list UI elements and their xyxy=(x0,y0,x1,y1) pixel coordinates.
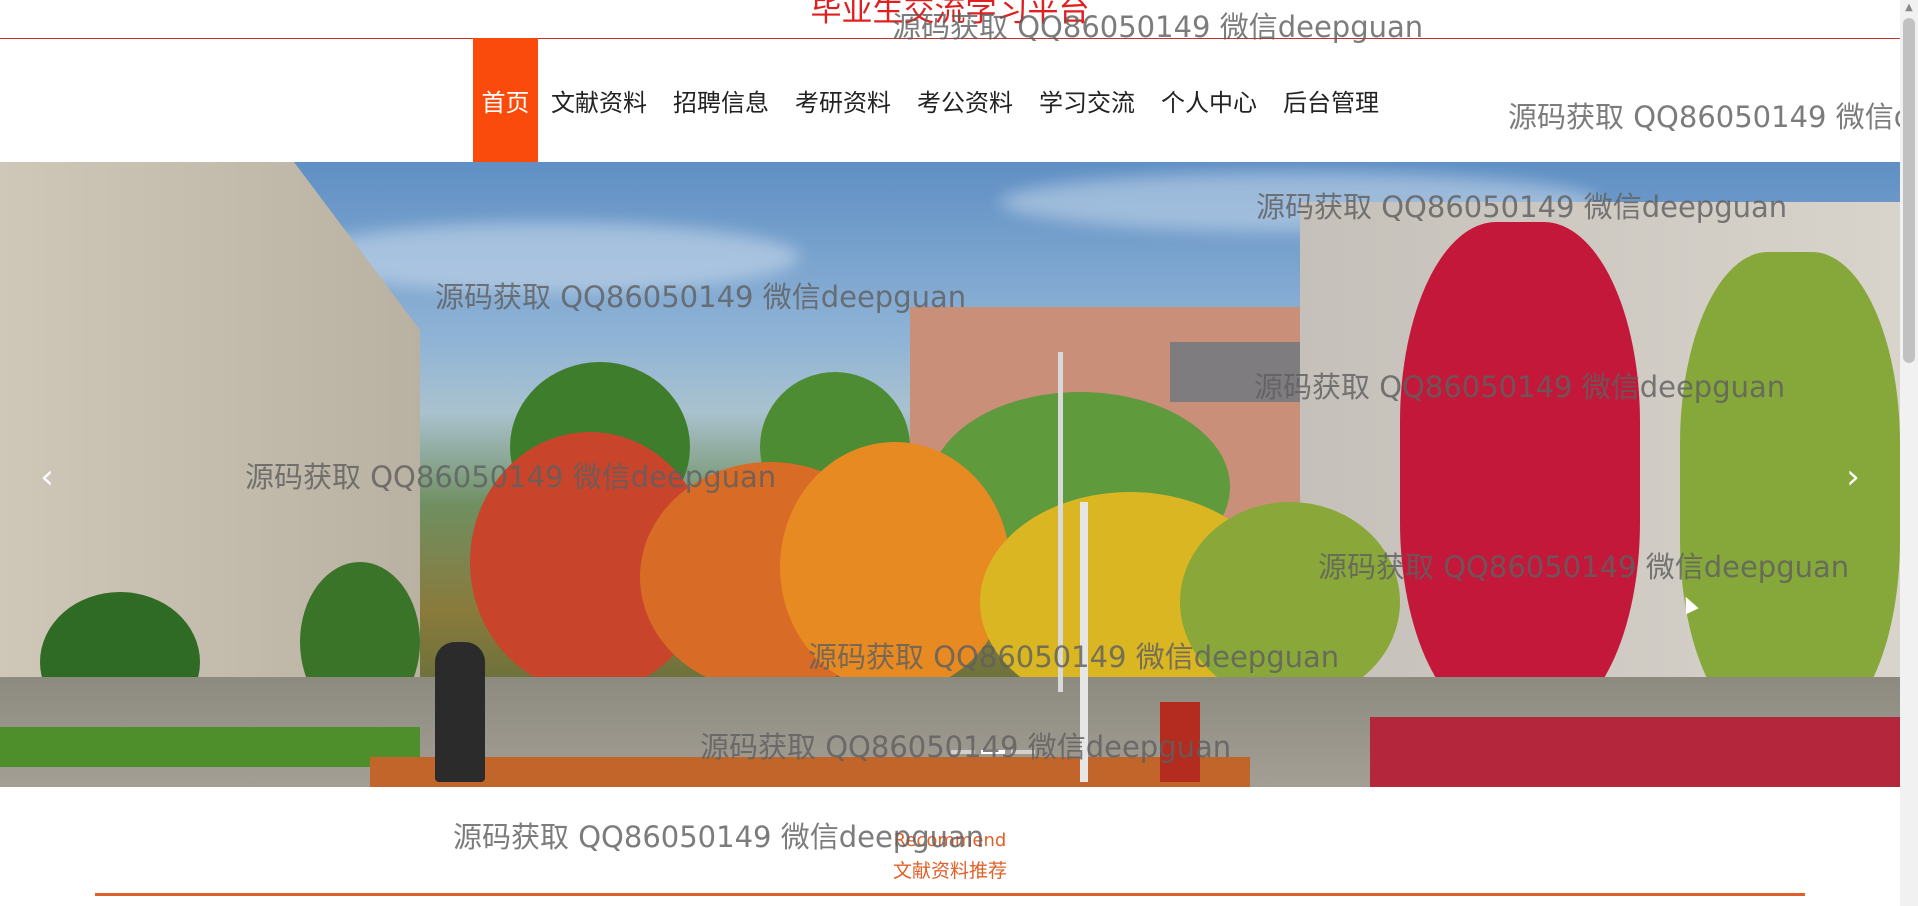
site-title: 毕业生交流学习平台 xyxy=(810,0,1090,29)
nav-item-personal-center[interactable]: 个人中心 xyxy=(1148,38,1270,162)
recommend-heading-zh: 文献资料推荐 xyxy=(892,860,1007,882)
chevron-left-icon: ‹ xyxy=(40,457,54,497)
nav-item-recruitment[interactable]: 招聘信息 xyxy=(660,38,782,162)
banner-carousel[interactable]: ‹ › xyxy=(0,162,1900,787)
nav-item-study-exchange[interactable]: 学习交流 xyxy=(1026,38,1148,162)
carousel-dot[interactable] xyxy=(981,750,1005,754)
carousel-prev-button[interactable]: ‹ xyxy=(27,457,67,497)
main-nav: 首页 文献资料 招聘信息 考研资料 考公资料 学习交流 个人中心 后台管理 xyxy=(473,38,1392,162)
scrollbar-thumb[interactable] xyxy=(1903,18,1915,363)
carousel-next button[interactable]: › xyxy=(1833,457,1873,497)
scroll-up-icon[interactable]: ▲ xyxy=(1900,0,1918,16)
chevron-right-icon: › xyxy=(1846,457,1860,497)
carousel-indicators xyxy=(951,750,1035,754)
carousel-dot[interactable] xyxy=(951,750,975,754)
recommend-heading-en: Recommend xyxy=(893,830,1007,851)
vertical-scrollbar[interactable]: ▲ xyxy=(1900,0,1918,906)
carousel-dot[interactable] xyxy=(1011,750,1035,754)
nav-item-civil-service-materials[interactable]: 考公资料 xyxy=(904,38,1026,162)
nav-item-admin[interactable]: 后台管理 xyxy=(1270,38,1392,162)
recommend-divider xyxy=(95,893,1805,896)
nav-item-home[interactable]: 首页 xyxy=(473,38,538,162)
watermark: 源码获取 QQ86050149 微信d xyxy=(1508,100,1913,134)
nav-item-postgraduate-materials[interactable]: 考研资料 xyxy=(782,38,904,162)
nav-item-literature[interactable]: 文献资料 xyxy=(538,38,660,162)
